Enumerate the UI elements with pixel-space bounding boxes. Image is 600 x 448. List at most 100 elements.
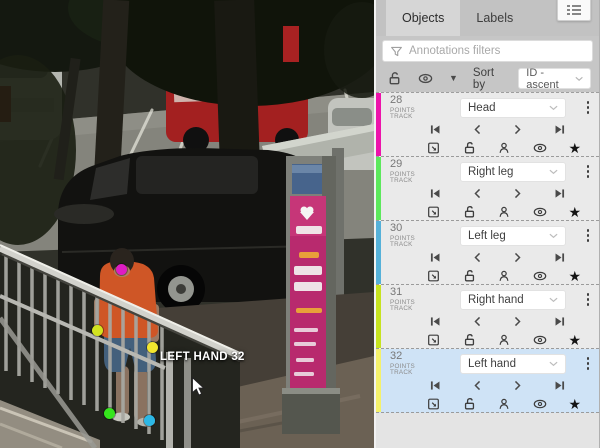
first-keyframe-button[interactable] [428,379,442,392]
lock-button[interactable] [462,141,477,155]
tab-labels[interactable]: Labels [460,0,529,36]
label-select[interactable]: Right hand [460,290,566,310]
hide-all-button[interactable] [417,71,434,86]
first-keyframe-button[interactable] [428,315,442,328]
object-row[interactable]: 28 POINTS TRACK Head [376,93,599,157]
left-hand-point[interactable] [147,342,158,353]
next-keyframe-button[interactable] [512,379,523,392]
label-select[interactable]: Head [460,98,566,118]
last-keyframe-button[interactable] [553,187,567,200]
video-canvas[interactable]: LEFT HAND 32 [0,0,374,448]
chevron-left-icon [472,379,483,392]
lock-open-icon [387,71,402,86]
keyframe-star-button[interactable]: ★ [568,269,581,283]
annotations-filter-input[interactable] [382,40,593,62]
annotations-filter-field[interactable] [409,45,585,57]
switch-outside-button[interactable] [426,333,441,347]
person-icon [497,397,511,411]
annotation-app: LEFT HAND 32 Objects Labels [0,0,600,448]
object-row[interactable]: 29 POINTS TRACK Right leg [376,157,599,221]
video-frame-image [0,0,374,448]
last-keyframe-button[interactable] [553,379,567,392]
annotations-list-button[interactable] [557,0,591,21]
sort-order-select[interactable]: ID - ascent [518,68,591,89]
object-color-bar [376,349,381,412]
prev-keyframe-button[interactable] [472,315,483,328]
prev-keyframe-button[interactable] [472,379,483,392]
prev-keyframe-button[interactable] [472,187,483,200]
last-keyframe-button[interactable] [553,315,567,328]
occluded-button[interactable] [497,205,511,219]
next-keyframe-button[interactable] [512,123,523,136]
lock-button[interactable] [462,397,477,411]
next-keyframe-button[interactable] [512,187,523,200]
object-color-bar [376,285,381,348]
switch-outside-button[interactable] [426,269,441,283]
label-select[interactable]: Left hand [460,354,566,374]
keyframe-star-button[interactable]: ★ [568,205,581,219]
last-keyframe-button[interactable] [553,123,567,136]
lock-button[interactable] [462,269,477,283]
right-leg-point[interactable] [104,408,115,419]
object-menu-button[interactable] [583,355,594,372]
hide-button[interactable] [532,141,548,155]
hide-button[interactable] [532,397,548,411]
skip-first-icon [428,187,442,200]
right-hand-point[interactable] [92,325,103,336]
label-select[interactable]: Right leg [460,162,566,182]
occluded-button[interactable] [497,397,511,411]
expand-states-button[interactable]: ▼ [449,74,458,83]
left-leg-point[interactable] [144,415,155,426]
lock-all-button[interactable] [387,71,402,86]
switch-outside-button[interactable] [426,141,441,155]
eye-icon [532,269,548,283]
occluded-button[interactable] [497,141,511,155]
chevron-down-icon [549,233,558,239]
first-keyframe-button[interactable] [428,123,442,136]
filter-funnel-icon [390,45,403,58]
object-type: POINTS TRACK [390,236,436,249]
hide-button[interactable] [532,269,548,283]
object-row[interactable]: 30 POINTS TRACK Left leg [376,221,599,285]
object-menu-button[interactable] [583,227,594,244]
head-point[interactable] [116,264,127,275]
chevron-left-icon [472,187,483,200]
keyframe-star-button[interactable]: ★ [568,141,581,155]
object-menu-button[interactable] [583,99,594,116]
eye-icon [532,333,548,347]
switch-outside-button[interactable] [426,205,441,219]
objects-sidebar: Objects Labels [376,0,600,448]
switch-outside-button[interactable] [426,397,441,411]
next-keyframe-button[interactable] [512,251,523,264]
occluded-button[interactable] [497,333,511,347]
object-menu-button[interactable] [583,291,594,308]
tab-objects[interactable]: Objects [386,0,460,36]
prev-keyframe-button[interactable] [472,251,483,264]
eye-icon [532,141,548,155]
filter-row [376,36,599,65]
last-keyframe-button[interactable] [553,251,567,264]
prev-keyframe-button[interactable] [472,123,483,136]
first-keyframe-button[interactable] [428,187,442,200]
hide-button[interactable] [532,205,548,219]
keyframe-star-button[interactable]: ★ [568,333,581,347]
label-select[interactable]: Left leg [460,226,566,246]
lock-button[interactable] [462,205,477,219]
lock-open-icon [462,269,477,283]
object-row[interactable]: 31 POINTS TRACK Right hand [376,285,599,349]
chevron-left-icon [472,315,483,328]
object-type: POINTS TRACK [390,108,436,121]
hide-button[interactable] [532,333,548,347]
chevron-right-icon [512,123,523,136]
occluded-button[interactable] [497,269,511,283]
object-menu-button[interactable] [583,163,594,180]
selected-point-label: LEFT HAND 32 [160,351,245,363]
next-keyframe-button[interactable] [512,315,523,328]
lock-button[interactable] [462,333,477,347]
keyframe-star-button[interactable]: ★ [568,397,581,411]
first-keyframe-button[interactable] [428,251,442,264]
box-arrow-icon [426,269,441,283]
object-row[interactable]: 32 POINTS TRACK Left hand [376,349,599,413]
sort-order-value: ID - ascent [526,67,575,91]
object-color-bar [376,221,381,284]
